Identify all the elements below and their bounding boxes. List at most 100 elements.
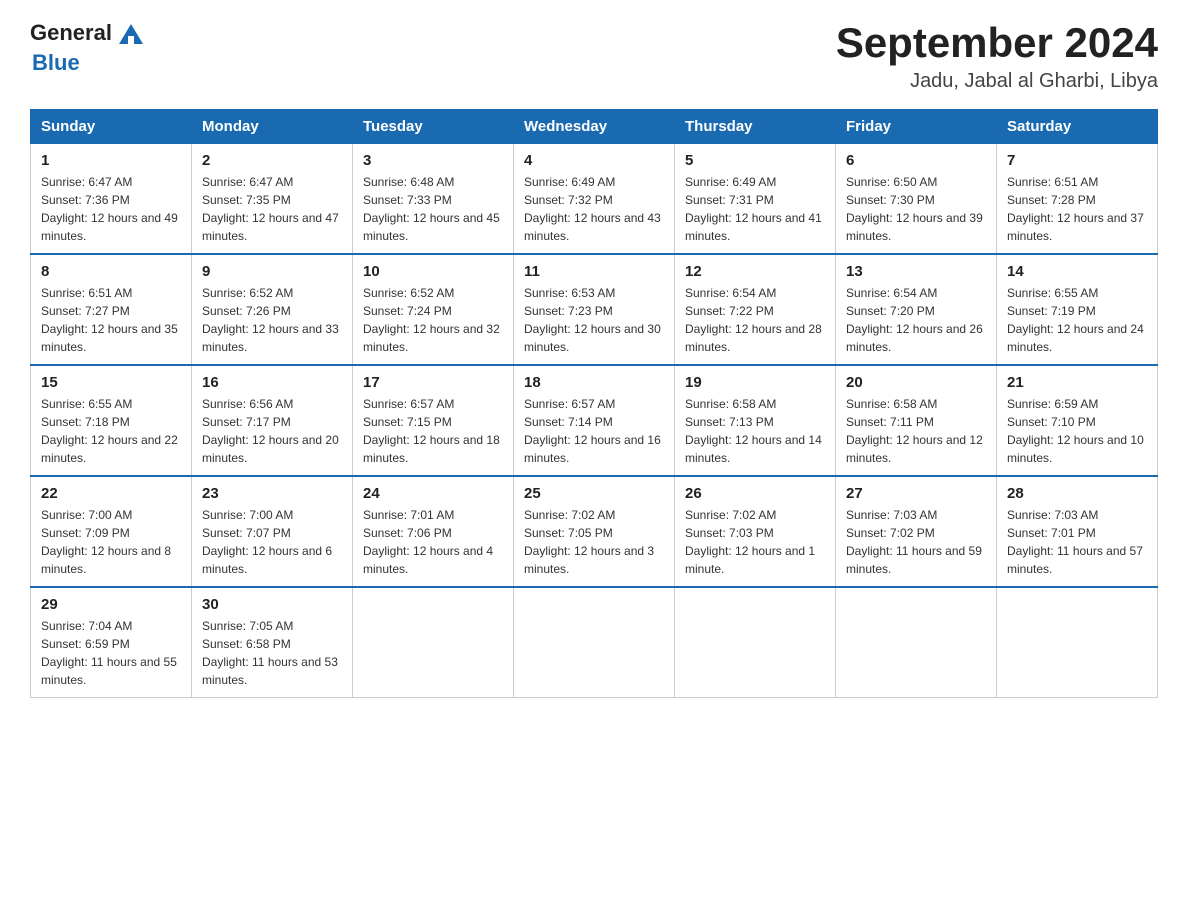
page-header: General Blue September 2024 Jadu, Jabal …	[30, 20, 1158, 93]
calendar-cell: 7 Sunrise: 6:51 AMSunset: 7:28 PMDaylight…	[997, 144, 1158, 255]
day-info: Sunrise: 6:57 AMSunset: 7:14 PMDaylight:…	[524, 395, 664, 467]
calendar-cell: 29Sunrise: 7:04 AMSunset: 6:59 PMDayligh…	[31, 587, 192, 698]
logo-text-blue: Blue	[32, 50, 80, 75]
logo-text-general: General	[30, 20, 112, 45]
col-header-tuesday: Tuesday	[353, 110, 514, 144]
col-header-friday: Friday	[836, 110, 997, 144]
calendar-cell: 21 Sunrise: 6:59 AMSunset: 7:10 PMDayligh…	[997, 365, 1158, 476]
logo: General Blue	[30, 20, 147, 76]
calendar-week-row: 15 Sunrise: 6:55 AMSunset: 7:18 PMDayligh…	[31, 365, 1158, 476]
calendar-week-row: 22 Sunrise: 7:00 AMSunset: 7:09 PMDayligh…	[31, 476, 1158, 587]
day-number: 3	[363, 152, 503, 169]
calendar-cell: 16 Sunrise: 6:56 AMSunset: 7:17 PMDayligh…	[192, 365, 353, 476]
day-number: 25	[524, 485, 664, 502]
day-info: Sunrise: 7:03 AMSunset: 7:02 PMDaylight:…	[846, 506, 986, 578]
month-title: September 2024	[836, 20, 1158, 66]
day-info: Sunrise: 7:00 AMSunset: 7:07 PMDaylight:…	[202, 506, 342, 578]
col-header-sunday: Sunday	[31, 110, 192, 144]
day-info: Sunrise: 7:01 AMSunset: 7:06 PMDaylight:…	[363, 506, 503, 578]
day-info: Sunrise: 6:59 AMSunset: 7:10 PMDaylight:…	[1007, 395, 1147, 467]
day-number: 23	[202, 485, 342, 502]
location-title: Jadu, Jabal al Gharbi, Libya	[836, 70, 1158, 93]
calendar-cell	[675, 587, 836, 698]
calendar-cell	[514, 587, 675, 698]
day-number: 14	[1007, 263, 1147, 280]
day-info: Sunrise: 7:04 AMSunset: 6:59 PMDaylight:…	[41, 617, 181, 689]
day-info: Sunrise: 7:00 AMSunset: 7:09 PMDaylight:…	[41, 506, 181, 578]
day-number: 30	[202, 596, 342, 613]
day-info: Sunrise: 7:02 AMSunset: 7:05 PMDaylight:…	[524, 506, 664, 578]
day-info: Sunrise: 6:56 AMSunset: 7:17 PMDaylight:…	[202, 395, 342, 467]
calendar-cell: 24 Sunrise: 7:01 AMSunset: 7:06 PMDayligh…	[353, 476, 514, 587]
calendar-cell	[353, 587, 514, 698]
calendar-header-row: SundayMondayTuesdayWednesdayThursdayFrid…	[31, 110, 1158, 144]
calendar-cell: 13 Sunrise: 6:54 AMSunset: 7:20 PMDayligh…	[836, 254, 997, 365]
col-header-wednesday: Wednesday	[514, 110, 675, 144]
day-info: Sunrise: 6:49 AMSunset: 7:32 PMDaylight:…	[524, 173, 664, 245]
day-info: Sunrise: 6:49 AMSunset: 7:31 PMDaylight:…	[685, 173, 825, 245]
day-number: 6	[846, 152, 986, 169]
day-info: Sunrise: 6:55 AMSunset: 7:19 PMDaylight:…	[1007, 284, 1147, 356]
calendar-cell: 6 Sunrise: 6:50 AMSunset: 7:30 PMDaylight…	[836, 144, 997, 255]
calendar-cell: 25 Sunrise: 7:02 AMSunset: 7:05 PMDayligh…	[514, 476, 675, 587]
calendar-cell: 26 Sunrise: 7:02 AMSunset: 7:03 PMDayligh…	[675, 476, 836, 587]
calendar-cell: 11Sunrise: 6:53 AMSunset: 7:23 PMDayligh…	[514, 254, 675, 365]
day-number: 4	[524, 152, 664, 169]
day-info: Sunrise: 6:58 AMSunset: 7:11 PMDaylight:…	[846, 395, 986, 467]
calendar-cell: 9Sunrise: 6:52 AMSunset: 7:26 PMDaylight…	[192, 254, 353, 365]
day-info: Sunrise: 7:02 AMSunset: 7:03 PMDaylight:…	[685, 506, 825, 578]
calendar-week-row: 29Sunrise: 7:04 AMSunset: 6:59 PMDayligh…	[31, 587, 1158, 698]
calendar-week-row: 1 Sunrise: 6:47 AMSunset: 7:36 PMDaylight…	[31, 144, 1158, 255]
day-info: Sunrise: 6:55 AMSunset: 7:18 PMDaylight:…	[41, 395, 181, 467]
day-info: Sunrise: 6:54 AMSunset: 7:20 PMDaylight:…	[846, 284, 986, 356]
day-number: 2	[202, 152, 342, 169]
day-number: 20	[846, 374, 986, 391]
day-number: 16	[202, 374, 342, 391]
day-number: 8	[41, 263, 181, 280]
calendar-cell: 5 Sunrise: 6:49 AMSunset: 7:31 PMDaylight…	[675, 144, 836, 255]
calendar-cell: 19 Sunrise: 6:58 AMSunset: 7:13 PMDayligh…	[675, 365, 836, 476]
calendar-cell: 4 Sunrise: 6:49 AMSunset: 7:32 PMDaylight…	[514, 144, 675, 255]
day-number: 13	[846, 263, 986, 280]
day-number: 15	[41, 374, 181, 391]
calendar-cell	[836, 587, 997, 698]
day-number: 21	[1007, 374, 1147, 391]
day-number: 18	[524, 374, 664, 391]
calendar-cell	[997, 587, 1158, 698]
calendar-cell: 3 Sunrise: 6:48 AMSunset: 7:33 PMDaylight…	[353, 144, 514, 255]
day-info: Sunrise: 7:05 AMSunset: 6:58 PMDaylight:…	[202, 617, 342, 689]
day-info: Sunrise: 6:50 AMSunset: 7:30 PMDaylight:…	[846, 173, 986, 245]
calendar-cell: 2 Sunrise: 6:47 AMSunset: 7:35 PMDaylight…	[192, 144, 353, 255]
day-number: 26	[685, 485, 825, 502]
day-number: 5	[685, 152, 825, 169]
day-number: 1	[41, 152, 181, 169]
col-header-saturday: Saturday	[997, 110, 1158, 144]
day-info: Sunrise: 6:58 AMSunset: 7:13 PMDaylight:…	[685, 395, 825, 467]
calendar-cell: 23 Sunrise: 7:00 AMSunset: 7:07 PMDayligh…	[192, 476, 353, 587]
col-header-thursday: Thursday	[675, 110, 836, 144]
calendar-cell: 30 Sunrise: 7:05 AMSunset: 6:58 PMDayligh…	[192, 587, 353, 698]
col-header-monday: Monday	[192, 110, 353, 144]
day-number: 10	[363, 263, 503, 280]
calendar-cell: 15 Sunrise: 6:55 AMSunset: 7:18 PMDayligh…	[31, 365, 192, 476]
day-info: Sunrise: 6:48 AMSunset: 7:33 PMDaylight:…	[363, 173, 503, 245]
logo-icon	[117, 22, 145, 50]
title-section: September 2024 Jadu, Jabal al Gharbi, Li…	[836, 20, 1158, 93]
calendar-cell: 18 Sunrise: 6:57 AMSunset: 7:14 PMDayligh…	[514, 365, 675, 476]
calendar-cell: 27 Sunrise: 7:03 AMSunset: 7:02 PMDayligh…	[836, 476, 997, 587]
day-number: 28	[1007, 485, 1147, 502]
day-number: 17	[363, 374, 503, 391]
day-info: Sunrise: 6:47 AMSunset: 7:35 PMDaylight:…	[202, 173, 342, 245]
calendar-cell: 22 Sunrise: 7:00 AMSunset: 7:09 PMDayligh…	[31, 476, 192, 587]
day-number: 9	[202, 263, 342, 280]
day-info: Sunrise: 6:47 AMSunset: 7:36 PMDaylight:…	[41, 173, 181, 245]
day-info: Sunrise: 6:51 AMSunset: 7:28 PMDaylight:…	[1007, 173, 1147, 245]
calendar-cell: 12Sunrise: 6:54 AMSunset: 7:22 PMDayligh…	[675, 254, 836, 365]
day-number: 7	[1007, 152, 1147, 169]
calendar-cell: 28Sunrise: 7:03 AMSunset: 7:01 PMDayligh…	[997, 476, 1158, 587]
day-number: 24	[363, 485, 503, 502]
day-number: 11	[524, 263, 664, 280]
day-number: 27	[846, 485, 986, 502]
day-number: 19	[685, 374, 825, 391]
day-number: 22	[41, 485, 181, 502]
